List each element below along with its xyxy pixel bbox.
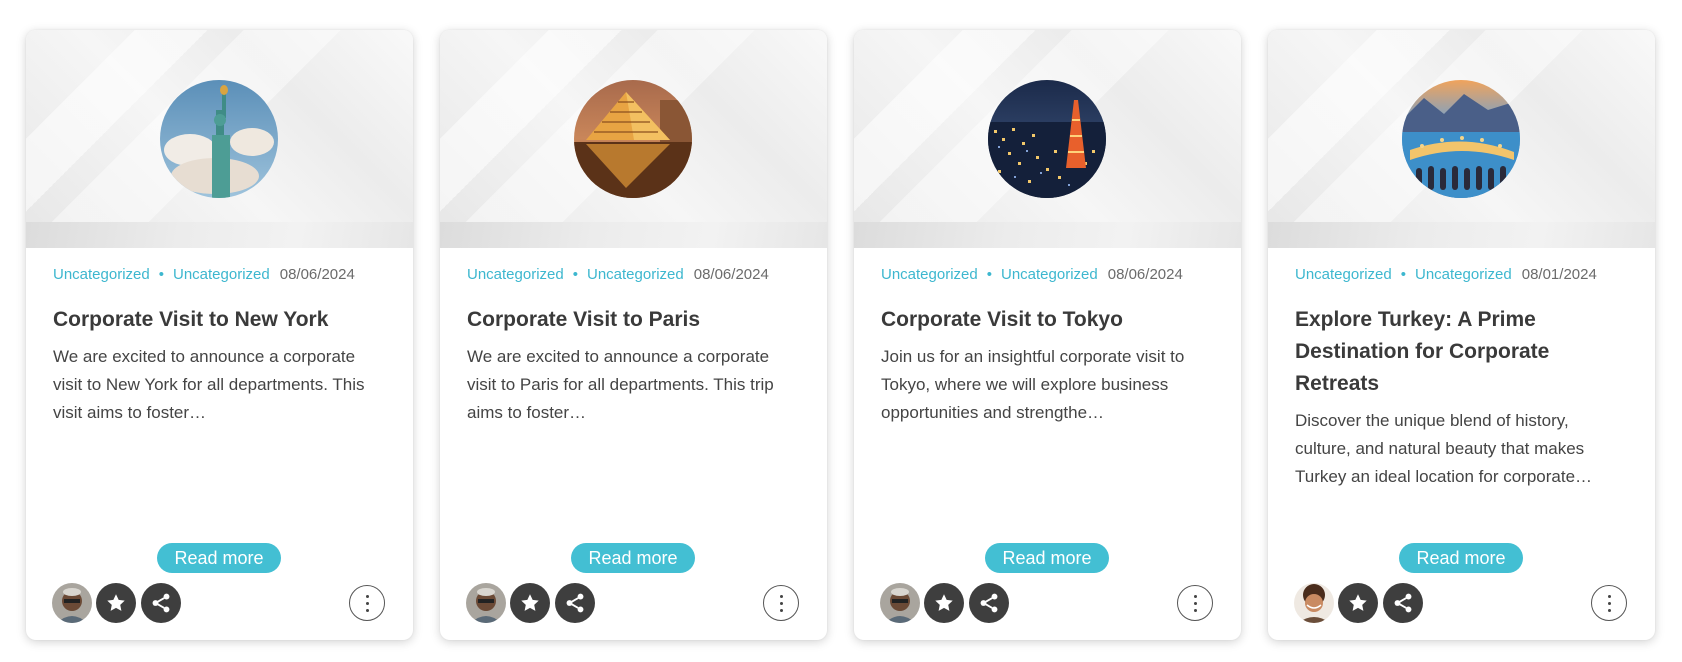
more-vertical-icon <box>779 594 783 598</box>
post-date: 08/06/2024 <box>693 266 769 283</box>
read-more-button[interactable]: Read more <box>157 543 281 573</box>
star-icon <box>107 594 125 611</box>
read-more-button[interactable]: Read more <box>571 543 695 573</box>
read-more-button[interactable]: Read more <box>985 543 1109 573</box>
tokyo-night-skyline-image[interactable] <box>988 80 1106 198</box>
more-options-button[interactable] <box>1591 585 1627 621</box>
post-title[interactable]: Corporate Visit to New York <box>53 304 353 336</box>
author-avatar[interactable] <box>466 583 506 623</box>
category-link[interactable]: Uncategorized <box>1415 266 1512 283</box>
turkey-coast-image[interactable] <box>1402 80 1520 198</box>
statue-of-liberty-image[interactable] <box>160 80 278 198</box>
more-options-button[interactable] <box>763 585 799 621</box>
read-more-button[interactable]: Read more <box>1399 543 1523 573</box>
category-link[interactable]: Uncategorized <box>1295 266 1392 283</box>
post-card: Uncategorized • Uncategorized 08/06/2024 Co… <box>854 30 1241 640</box>
author-avatar[interactable] <box>52 583 92 623</box>
post-meta: Uncategorized • Uncategorized 08/06/2024 <box>53 266 355 283</box>
more-vertical-icon <box>365 594 369 598</box>
post-excerpt: We are excited to announce a corporate v… <box>467 347 774 422</box>
louvre-pyramid-image[interactable] <box>574 80 692 198</box>
more-options-button[interactable] <box>349 585 385 621</box>
share-button[interactable] <box>555 583 595 623</box>
category-link[interactable]: Uncategorized <box>53 266 150 283</box>
share-button[interactable] <box>969 583 1009 623</box>
post-card: Uncategorized • Uncategorized 08/06/2024 Co… <box>440 30 827 640</box>
more-vertical-icon <box>1607 594 1611 598</box>
favorite-button[interactable] <box>924 583 964 623</box>
star-icon <box>935 594 953 611</box>
category-link[interactable]: Uncategorized <box>881 266 978 283</box>
share-icon <box>566 593 584 613</box>
post-date: 08/01/2024 <box>1521 266 1597 283</box>
post-card: Uncategorized • Uncategorized 08/06/2024 Co… <box>26 30 413 640</box>
star-icon <box>521 594 539 611</box>
category-link[interactable]: Uncategorized <box>467 266 564 283</box>
category-link[interactable]: Uncategorized <box>173 266 270 283</box>
post-meta: Uncategorized • Uncategorized 08/06/2024 <box>467 266 769 283</box>
post-title[interactable]: Corporate Visit to Tokyo <box>881 304 1181 336</box>
post-date: 08/06/2024 <box>279 266 355 283</box>
favorite-button[interactable] <box>510 583 550 623</box>
post-excerpt: We are excited to announce a corporate v… <box>53 347 365 422</box>
share-button[interactable] <box>141 583 181 623</box>
post-excerpt: Discover the unique blend of history, cu… <box>1295 411 1593 486</box>
share-icon <box>1394 593 1412 613</box>
share-icon <box>152 593 170 613</box>
post-meta: Uncategorized • Uncategorized 08/06/2024 <box>881 266 1183 283</box>
post-title[interactable]: Explore Turkey: A Prime Destination for … <box>1295 304 1595 400</box>
category-link[interactable]: Uncategorized <box>1001 266 1098 283</box>
post-date: 08/06/2024 <box>1107 266 1183 283</box>
post-meta: Uncategorized • Uncategorized 08/01/2024 <box>1295 266 1597 283</box>
post-excerpt: Join us for an insightful corporate visi… <box>881 347 1185 422</box>
share-icon <box>980 593 998 613</box>
more-vertical-icon <box>1193 594 1197 598</box>
favorite-button[interactable] <box>1338 583 1378 623</box>
more-options-button[interactable] <box>1177 585 1213 621</box>
author-avatar[interactable] <box>880 583 920 623</box>
share-button[interactable] <box>1383 583 1423 623</box>
star-icon <box>1349 594 1367 611</box>
author-avatar[interactable] <box>1294 583 1334 623</box>
post-title[interactable]: Corporate Visit to Paris <box>467 304 767 336</box>
post-card: Uncategorized • Uncategorized 08/01/2024 Ex… <box>1268 30 1655 640</box>
post-card-grid: Uncategorized • Uncategorized 08/06/2024 Co… <box>0 0 1682 662</box>
favorite-button[interactable] <box>96 583 136 623</box>
category-link[interactable]: Uncategorized <box>587 266 684 283</box>
